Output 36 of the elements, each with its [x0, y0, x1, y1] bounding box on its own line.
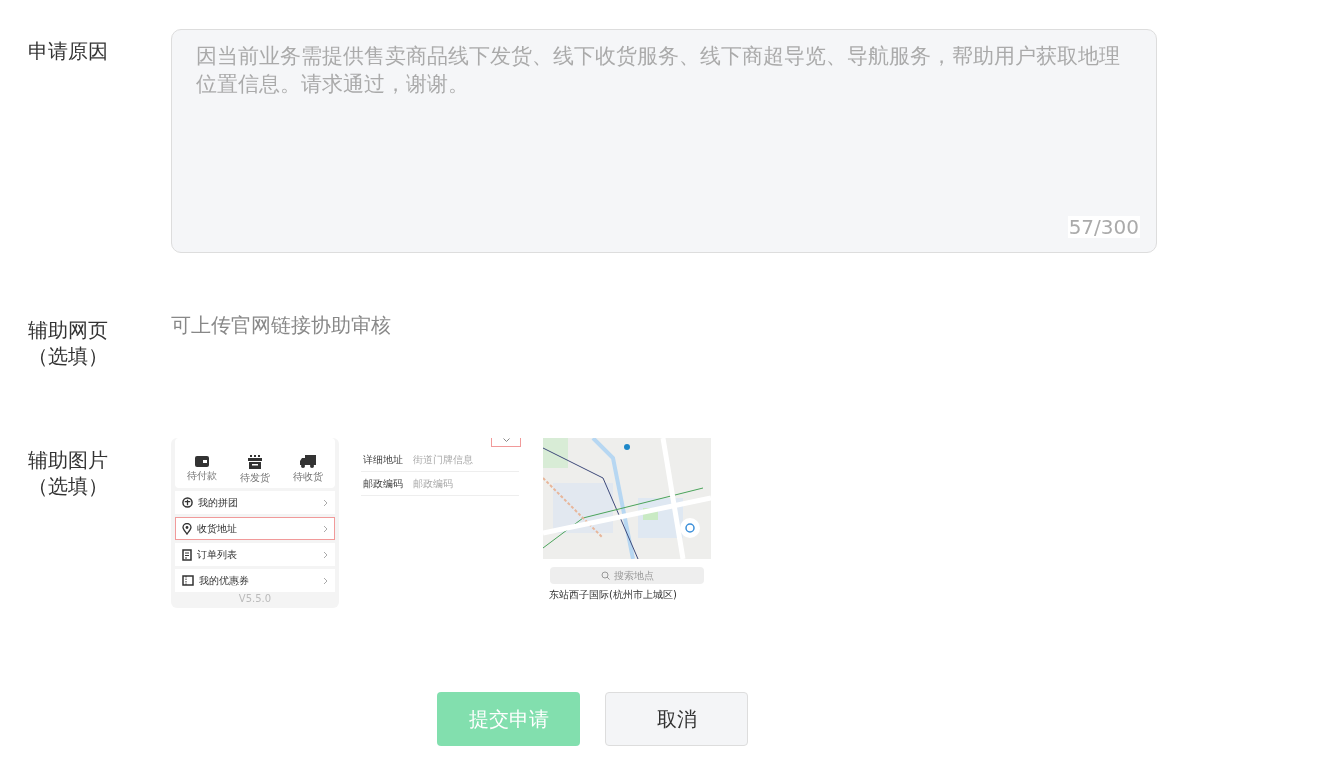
box-icon [248, 455, 262, 469]
menu-row: 订单列表 [175, 543, 335, 566]
chevron-right-icon [323, 498, 328, 507]
cancel-button[interactable]: 取消 [605, 692, 748, 746]
version-text: V5.5.0 [237, 593, 273, 604]
chevron-right-icon [323, 576, 328, 585]
chevron-right-icon [323, 524, 328, 533]
menu-row: 我的优惠券 [175, 569, 335, 592]
field-label: 邮政编码 [363, 477, 403, 490]
field-placeholder: 街道门牌信息 [413, 453, 473, 466]
screenshot-thumbnail[interactable]: 搜索地点 东站西子国际(杭州市上城区) [543, 438, 711, 608]
screenshot-thumbnail[interactable]: 待付款 待发货 待收货 我的拼团 收货地址 订单列表 我的优惠券 V5.5.0 [171, 438, 339, 608]
character-counter: 57/300 [1067, 216, 1140, 238]
location-result: 东站西子国际(杭州市上城区) [549, 589, 678, 601]
field-label: 辅助网页 （选填） [28, 317, 109, 369]
order-status-label: 待收货 [293, 471, 324, 483]
location-pin-icon [182, 522, 192, 535]
field-placeholder: 邮政编码 [413, 477, 453, 490]
document-icon [182, 548, 192, 561]
chevron-right-icon [323, 550, 328, 559]
screenshot-thumbnail[interactable]: 详细地址 街道门牌信息 邮政编码 邮政编码 [357, 438, 525, 608]
menu-row: 收货地址 [175, 517, 335, 540]
field-label: 详细地址 [363, 453, 403, 466]
menu-row: 我的拼团 [175, 491, 335, 514]
field-label: 申请原因 [28, 38, 109, 64]
order-status-label: 待付款 [186, 470, 217, 482]
hint-text: 可上传官网链接协助审核 [171, 312, 392, 338]
search-field: 搜索地点 [550, 567, 704, 584]
wallet-icon [194, 455, 209, 467]
coupon-icon [182, 575, 194, 586]
truck-icon [300, 455, 317, 468]
chevron-down-icon [502, 438, 510, 442]
search-icon [600, 571, 610, 580]
field-label: 辅助图片 （选填） [28, 447, 109, 500]
order-status-label: 待发货 [240, 472, 270, 484]
group-icon [182, 497, 193, 508]
